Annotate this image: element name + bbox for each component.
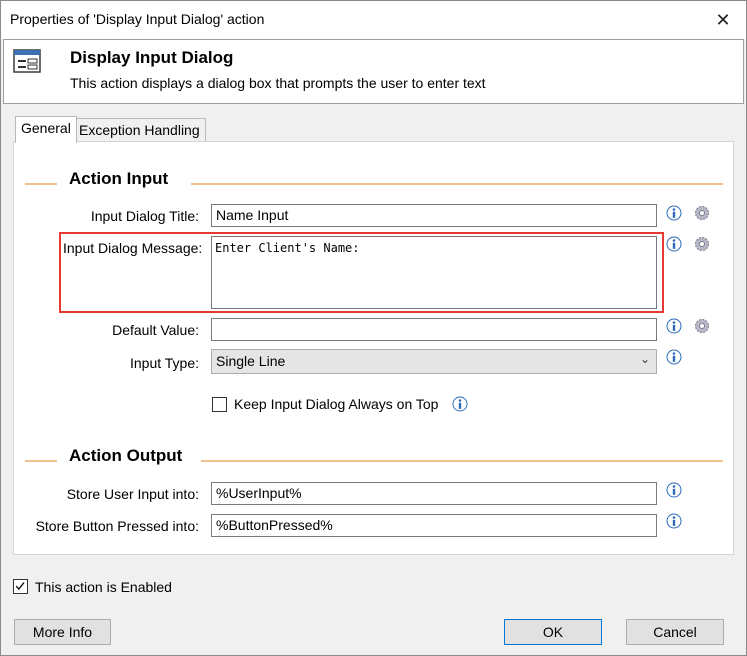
gear-icon[interactable] <box>694 205 710 221</box>
more-info-button[interactable]: More Info <box>14 619 111 645</box>
dialog-message-label: Input Dialog Message: <box>63 240 203 256</box>
action-header: Display Input Dialog This action display… <box>3 39 744 104</box>
action-title: Display Input Dialog <box>70 48 234 67</box>
input-type-label: Input Type: <box>129 355 199 371</box>
default-value-label: Default Value: <box>112 322 199 338</box>
dialog-title-label: Input Dialog Title: <box>90 208 199 224</box>
info-icon[interactable] <box>666 205 682 221</box>
section-divider-left <box>25 183 57 185</box>
input-type-select[interactable]: Single Line ⌄ <box>211 349 657 374</box>
info-icon[interactable] <box>666 318 682 334</box>
close-button[interactable]: ✕ <box>700 1 746 39</box>
section-title-action-output: Action Output <box>69 446 183 465</box>
checkmark-icon <box>15 582 25 591</box>
title-bar: Properties of 'Display Input Dialog' act… <box>1 1 746 39</box>
tab-general[interactable]: General <box>15 116 77 143</box>
keep-on-top-label: Keep Input Dialog Always on Top <box>234 396 439 412</box>
section-title-action-input: Action Input <box>69 169 169 188</box>
enabled-checkbox[interactable] <box>13 579 28 594</box>
default-value-input[interactable] <box>211 318 657 341</box>
store-input-label: Store User Input into: <box>66 486 199 502</box>
info-icon[interactable] <box>452 396 468 412</box>
keep-on-top-checkbox[interactable] <box>212 397 227 412</box>
dialog-title-input[interactable]: Name Input <box>211 204 657 227</box>
gear-icon[interactable] <box>694 236 710 252</box>
dialog-window-icon <box>13 49 41 73</box>
info-icon[interactable] <box>666 482 682 498</box>
properties-dialog: Properties of 'Display Input Dialog' act… <box>0 0 747 656</box>
action-description: This action displays a dialog box that p… <box>70 75 486 91</box>
info-icon[interactable] <box>666 349 682 365</box>
info-icon[interactable] <box>666 513 682 529</box>
window-title: Properties of 'Display Input Dialog' act… <box>10 11 265 27</box>
section-divider-right <box>191 183 723 185</box>
store-button-field[interactable]: %ButtonPressed% <box>211 514 657 537</box>
ok-button[interactable]: OK <box>504 619 602 645</box>
chevron-down-icon: ⌄ <box>639 352 650 366</box>
dialog-message-textarea[interactable]: Enter Client's Name: <box>211 236 657 309</box>
info-icon[interactable] <box>666 236 682 252</box>
gear-icon[interactable] <box>694 318 710 334</box>
tab-exception-handling[interactable]: Exception Handling <box>73 118 206 142</box>
enabled-label: This action is Enabled <box>35 579 172 595</box>
close-icon: ✕ <box>715 9 731 30</box>
store-input-field[interactable]: %UserInput% <box>211 482 657 505</box>
section-divider-left <box>25 460 57 462</box>
cancel-button[interactable]: Cancel <box>626 619 724 645</box>
input-type-value: Single Line <box>216 353 286 369</box>
section-divider-right <box>201 460 723 462</box>
store-button-label: Store Button Pressed into: <box>35 518 199 534</box>
